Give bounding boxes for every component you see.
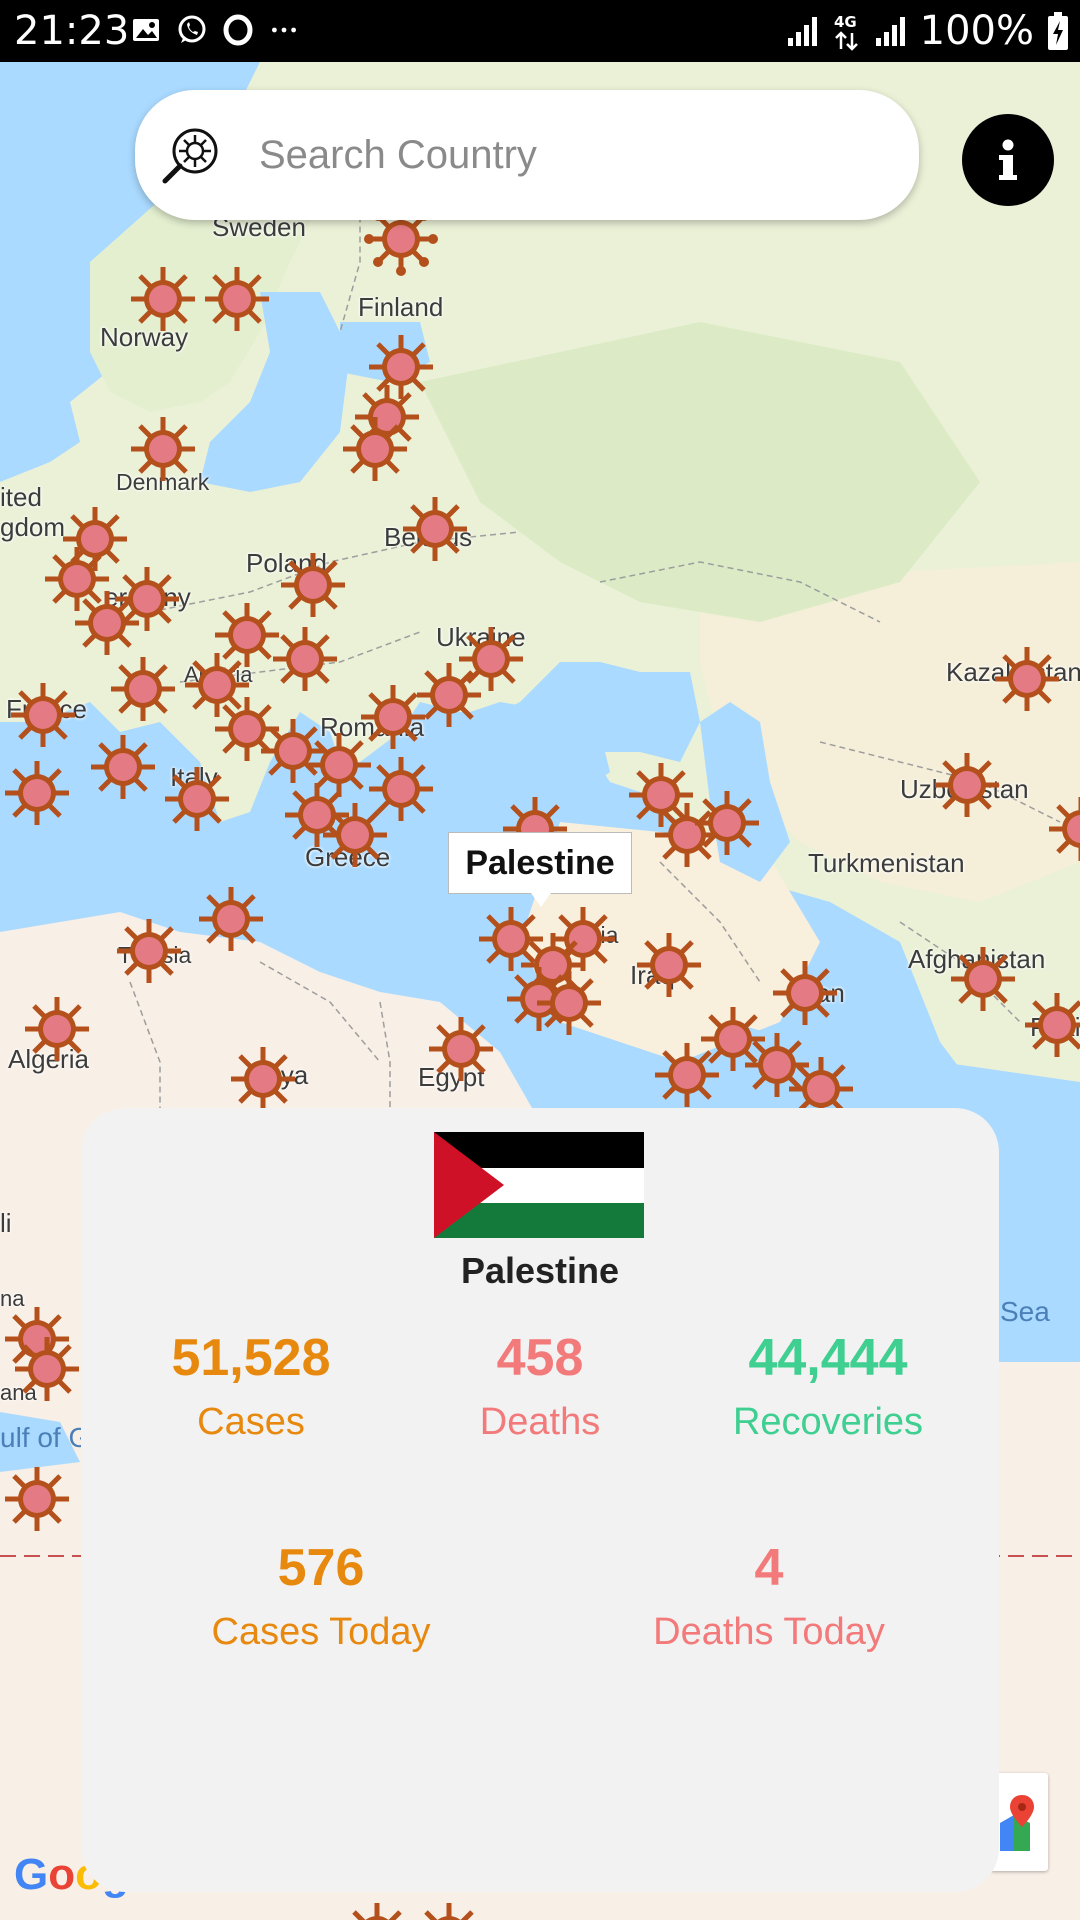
virus-marker-icon[interactable] — [1020, 988, 1080, 1062]
virus-marker-icon[interactable] — [990, 642, 1064, 716]
virus-marker-icon[interactable] — [0, 1462, 74, 1536]
signal-icon — [875, 17, 905, 46]
virus-marker-icon[interactable] — [340, 1898, 414, 1920]
virus-marker-icon[interactable] — [194, 882, 268, 956]
whatsapp-icon — [178, 15, 206, 43]
signal-icon — [787, 17, 817, 46]
palestine-flag-icon — [434, 1132, 644, 1238]
virus-marker-icon[interactable] — [268, 622, 342, 696]
map-label-united: ited — [0, 482, 42, 512]
status-bar: 21:23 4G 100% — [0, 0, 1080, 62]
virus-marker-icon[interactable] — [650, 1038, 724, 1112]
search-bar[interactable] — [135, 90, 919, 220]
map-label-finland: Finland — [358, 292, 444, 322]
virus-marker-icon[interactable] — [338, 412, 412, 486]
virus-marker-icon[interactable] — [86, 730, 160, 804]
map-label-kingdom: gdom — [0, 512, 66, 542]
info-button[interactable] — [962, 114, 1054, 206]
virus-marker-icon[interactable] — [930, 748, 1004, 822]
virus-marker-icon[interactable] — [398, 492, 472, 566]
stat-recoveries: 44,444 Recoveries — [698, 1328, 958, 1444]
virus-marker-icon[interactable] — [532, 966, 606, 1040]
image-icon — [133, 19, 159, 41]
stat-cases-label: Cases — [197, 1401, 305, 1443]
google-maps-icon — [1000, 1795, 1034, 1851]
virus-marker-icon[interactable] — [226, 1042, 300, 1116]
stat-recoveries-value: 44,444 — [748, 1329, 908, 1387]
stat-deaths-label: Deaths — [479, 1401, 601, 1443]
virus-marker-icon[interactable] — [946, 942, 1020, 1016]
virus-marker-icon[interactable] — [106, 652, 180, 726]
virus-marker-icon[interactable] — [112, 914, 186, 988]
virus-marker-icon[interactable] — [768, 956, 842, 1030]
map-label-turkmenistan: Turkmenistan — [808, 848, 965, 878]
search-input[interactable] — [259, 120, 879, 190]
virus-marker-icon[interactable] — [70, 586, 144, 660]
stat-cases-value: 51,528 — [171, 1329, 331, 1387]
network-4g-icon: 4G — [834, 13, 858, 51]
opera-icon — [223, 14, 253, 46]
more-icon — [272, 27, 296, 33]
virus-marker-icon[interactable] — [126, 412, 200, 486]
system-status: 4G 100% — [786, 8, 1070, 54]
status-time: 21:23 — [14, 8, 130, 54]
virus-marker-icon[interactable] — [424, 1012, 498, 1086]
stat-cases-today: 576 Cases Today — [191, 1538, 451, 1654]
stat-recoveries-label: Recoveries — [732, 1401, 924, 1443]
virus-marker-icon[interactable] — [200, 262, 274, 336]
map-marker-tooltip: Palestine — [448, 832, 632, 907]
virus-marker-icon[interactable] — [160, 762, 234, 836]
stat-deaths-value: 458 — [496, 1329, 584, 1387]
map-label-sea: Sea — [1000, 1296, 1050, 1327]
map-label-gulf-of-guinea: ulf of G — [0, 1422, 91, 1453]
virus-marker-icon[interactable] — [276, 548, 350, 622]
battery-icon — [1048, 12, 1068, 50]
svg-text:4G: 4G — [834, 13, 857, 31]
virus-marker-icon[interactable] — [318, 798, 392, 872]
virus-marker-icon[interactable] — [412, 1898, 486, 1920]
info-icon — [999, 139, 1017, 180]
virus-marker-icon[interactable] — [20, 992, 94, 1066]
battery-level: 100% — [919, 8, 1034, 54]
stat-cases-today-value: 576 — [277, 1539, 365, 1597]
virus-marker-icon[interactable] — [6, 678, 80, 752]
virus-marker-icon[interactable] — [690, 786, 764, 860]
stat-deaths-today-value: 4 — [754, 1539, 784, 1597]
notification-icons — [130, 14, 300, 46]
virus-marker-icon[interactable] — [1044, 792, 1080, 866]
stat-deaths-today: 4 Deaths Today — [619, 1538, 919, 1654]
country-name: Palestine — [460, 1250, 620, 1291]
map-label-mali: li — [0, 1208, 12, 1238]
virus-marker-icon[interactable] — [0, 756, 74, 830]
virus-marker-icon[interactable] — [632, 928, 706, 1002]
virus-marker-icon[interactable] — [126, 262, 200, 336]
stat-deaths-today-label: Deaths Today — [653, 1611, 885, 1653]
virus-marker-icon[interactable] — [10, 1332, 84, 1406]
stat-cases: 51,528 Cases — [141, 1328, 361, 1444]
country-stats-card: Palestine 51,528 Cases 458 Deaths 44,444… — [81, 1108, 999, 1892]
stat-cases-today-label: Cases Today — [211, 1611, 431, 1653]
stat-deaths: 458 Deaths — [430, 1328, 650, 1444]
virus-search-icon — [162, 128, 218, 184]
